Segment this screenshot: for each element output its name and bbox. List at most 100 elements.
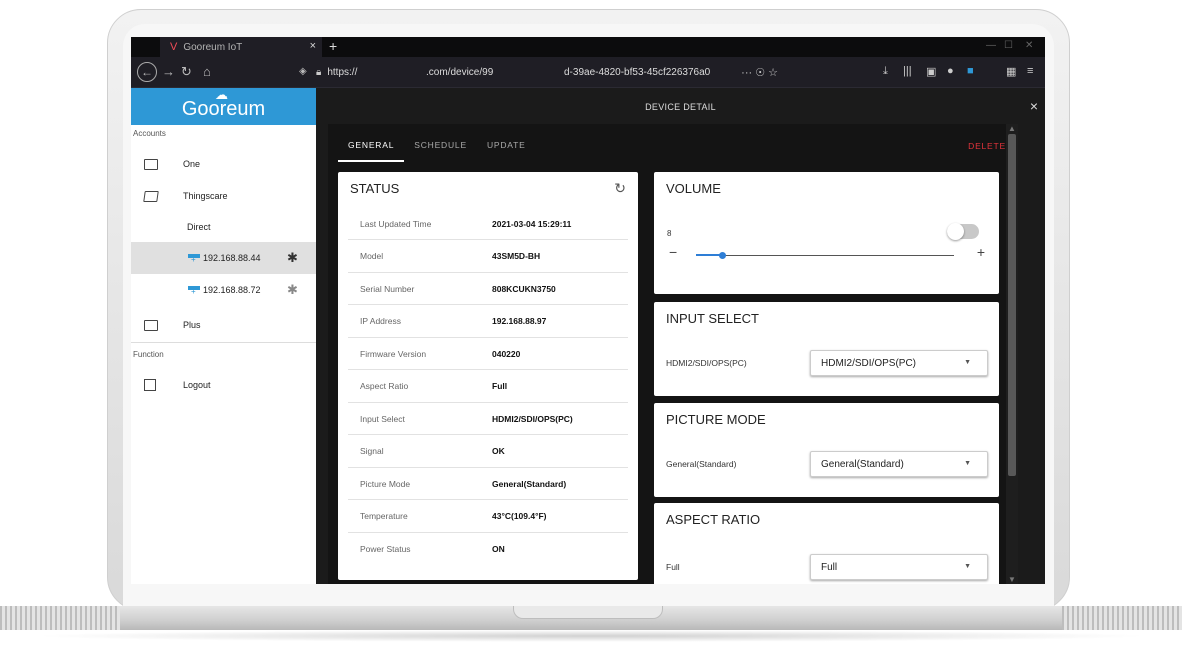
lock-icon: 🔒︎ (316, 66, 322, 78)
sidebar-item-label: One (183, 159, 201, 169)
close-icon[interactable]: × (1030, 98, 1038, 114)
folder-icon (144, 158, 158, 170)
status-card: STATUS ↻ Last Updated Time 2021-03-04 15:… (338, 172, 638, 580)
brand-logo[interactable]: ☁︎ Gooreum (131, 87, 316, 125)
aspect-ratio-dropdown[interactable]: Full ▼ (810, 554, 988, 580)
picture-mode-card: PICTURE MODE General(Standard) General(S… (654, 403, 999, 497)
volume-slider[interactable] (696, 252, 954, 259)
dropdown-arrow-icon: ▼ (964, 460, 971, 467)
device-icon (188, 253, 200, 264)
sidebar-item-one[interactable]: One (131, 148, 316, 180)
home-icon[interactable]: ⌂ (203, 64, 211, 79)
volume-slider-fill (696, 254, 722, 256)
sidebar: ☁︎ Gooreum Accounts One Thingscare Direc… (131, 87, 316, 584)
browser-tab[interactable]: V Gooreum IoT × (160, 37, 322, 57)
status-key: Serial Number (360, 283, 415, 294)
delete-button[interactable]: DELETE (968, 141, 1006, 151)
sidebar-item-thingscare[interactable]: Thingscare (131, 180, 316, 212)
sidebar-item-logout[interactable]: Logout (131, 369, 316, 401)
status-value: OK (492, 446, 505, 456)
shield-icon[interactable]: ◈ (299, 66, 307, 77)
tab-schedule[interactable]: SCHEDULE (404, 140, 477, 162)
aspect-ratio-value: Full (821, 561, 838, 573)
sidebar-item-device-72[interactable]: 192.168.88.72 ✱ (131, 274, 316, 306)
cloud-icon: ☁︎ (215, 87, 228, 102)
tab-general[interactable]: GENERAL (338, 140, 405, 162)
input-select-card: INPUT SELECT HDMI2/SDI/OPS(PC) HDMI2/SDI… (654, 302, 999, 396)
status-key: Temperature (360, 511, 408, 521)
status-value: 040220 (492, 348, 521, 359)
refresh-icon[interactable]: ↻ (614, 180, 626, 197)
scroll-down-icon[interactable]: ▼ (1008, 575, 1016, 584)
volume-plus-button[interactable]: + (977, 244, 985, 260)
reader-icon[interactable]: ▣ (926, 65, 936, 78)
mute-toggle[interactable] (947, 223, 979, 240)
sidebar-item-label: Thingscare (183, 191, 228, 201)
status-title: STATUS (350, 181, 400, 196)
back-icon[interactable]: ← (137, 62, 157, 82)
toggle-knob (947, 223, 964, 240)
scrollbar-thumb[interactable] (1008, 134, 1016, 476)
grid-icon[interactable]: ▦ (1006, 65, 1016, 78)
forward-icon[interactable]: → (162, 64, 175, 79)
picture-mode-title: PICTURE MODE (666, 412, 766, 427)
url-id: d-39ae-4820-bf53-45cf226376a0 (564, 66, 711, 78)
window-close-icon[interactable]: ✕ (1025, 40, 1033, 51)
status-value: ON (492, 544, 505, 554)
sidebar-item-direct[interactable]: Direct (131, 211, 316, 243)
tab-close-icon[interactable]: × (310, 40, 316, 52)
extension-icon[interactable]: ■ (967, 65, 974, 77)
new-tab-button[interactable]: + (329, 38, 337, 54)
input-select-dropdown[interactable]: HDMI2/SDI/OPS(PC) ▼ (810, 350, 988, 376)
status-row: Temperature 43°C(109.4°F) (348, 501, 628, 533)
screen: V Gooreum IoT × + — ☐ ✕ ← → ↻ ⌂ ◈ 🔒︎ htt… (131, 37, 1045, 584)
content-scrollbar[interactable]: ▲ ▼ (1006, 124, 1018, 584)
status-row: Last Updated Time 2021-03-04 15:29:11 (348, 208, 628, 240)
status-value: 808KCUKN3750 (492, 283, 556, 294)
account-icon[interactable]: ● (947, 65, 954, 77)
status-key: Last Updated Time (360, 218, 432, 229)
minimize-icon[interactable]: — (986, 40, 996, 51)
logout-icon (144, 379, 156, 391)
browser-toolbar: ← → ↻ ⌂ ◈ 🔒︎ https:// .com/device/99 d-3… (131, 57, 1045, 87)
picture-mode-dropdown[interactable]: General(Standard) ▼ (810, 451, 988, 477)
status-row: Aspect Ratio Full (348, 371, 628, 403)
site-logo-icon: V (170, 41, 178, 53)
volume-minus-button[interactable]: − (669, 244, 677, 260)
folder-icon (144, 319, 158, 331)
sidebar-divider (131, 342, 316, 343)
input-select-title: INPUT SELECT (666, 311, 759, 326)
status-value: HDMI2/SDI/OPS(PC) (492, 413, 573, 424)
gear-icon[interactable]: ✱ (287, 250, 298, 266)
volume-slider-thumb[interactable] (718, 252, 726, 259)
tab-update[interactable]: UPDATE (477, 140, 536, 162)
url-tools[interactable]: ··· ☉ ☆ (741, 66, 778, 79)
sidebar-item-plus[interactable]: Plus (131, 309, 316, 341)
volume-card: VOLUME 8 − + (654, 172, 999, 294)
page-title: DEVICE DETAIL (645, 102, 716, 112)
device-ip: 192.168.88.44 (203, 253, 261, 263)
url-input[interactable]: 🔒︎ https:// .com/device/99 d-39ae-4820-b… (316, 61, 782, 83)
scroll-up-icon[interactable]: ▲ (1008, 124, 1016, 133)
input-select-value: HDMI2/SDI/OPS(PC) (821, 357, 917, 369)
folder-open-icon (143, 190, 159, 202)
aspect-ratio-title: ASPECT RATIO (666, 512, 761, 527)
status-row: Picture Mode General(Standard) (348, 468, 628, 500)
reload-icon[interactable]: ↻ (181, 64, 192, 80)
menu-icon[interactable]: ≡ (1027, 65, 1033, 77)
library-icon[interactable]: ||| (903, 65, 912, 77)
main-panel: DEVICE DETAIL × GENERAL SCHEDULE UPDATE … (316, 88, 1045, 584)
dropdown-arrow-icon: ▼ (964, 563, 971, 570)
sidebar-item-label: Plus (183, 320, 201, 330)
status-row: IP Address 192.168.88.97 (348, 306, 628, 338)
maximize-icon[interactable]: ☐ (1004, 40, 1013, 51)
tab-strip: GENERAL SCHEDULE UPDATE (338, 140, 536, 162)
sidebar-item-device-44[interactable]: 192.168.88.44 ✱ (131, 242, 316, 274)
device-icon (188, 285, 200, 296)
status-key: Signal (360, 446, 384, 456)
status-key: Power Status (360, 544, 411, 554)
download-icon[interactable]: ⤓ (883, 65, 888, 78)
gear-icon[interactable]: ✱ (287, 282, 298, 298)
status-row: Signal OK (348, 436, 628, 468)
picture-mode-value: General(Standard) (821, 458, 904, 470)
